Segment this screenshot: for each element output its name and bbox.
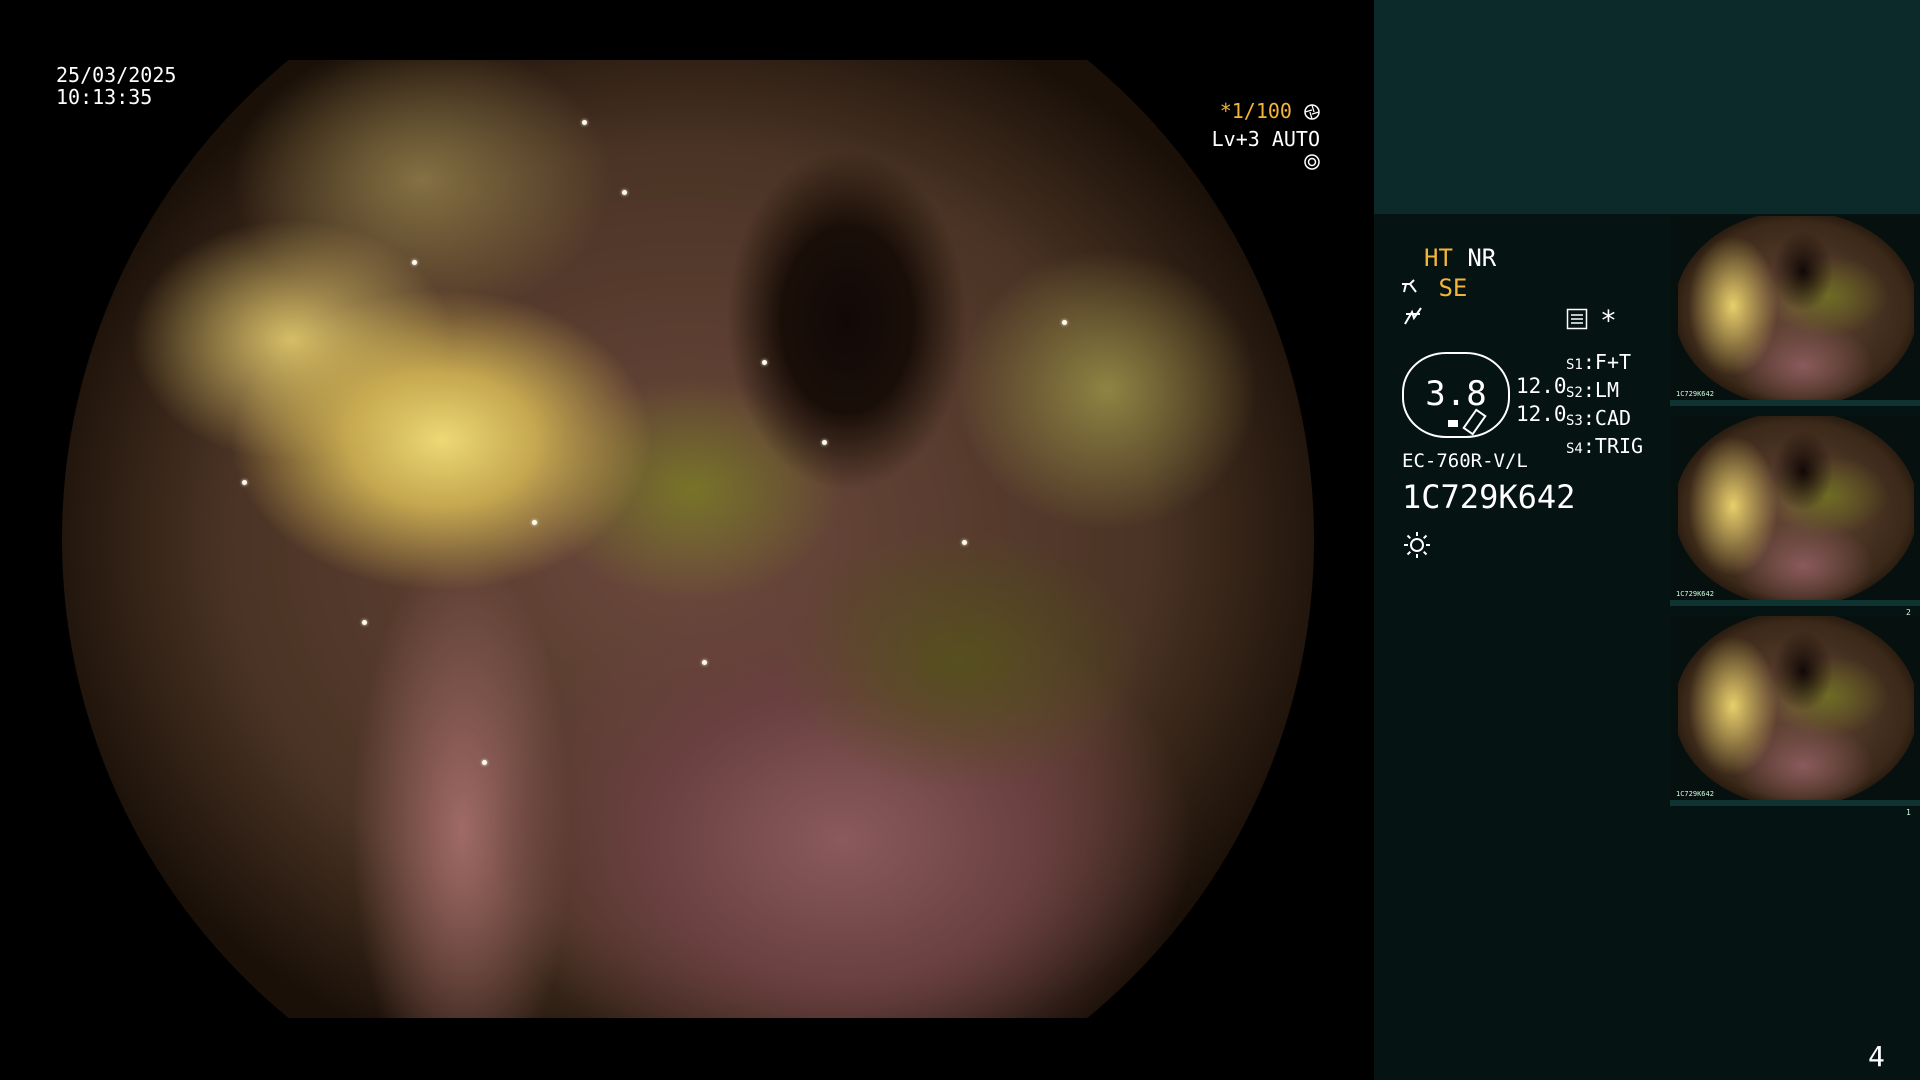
scissor-icon [1402,279,1417,293]
processing-modes: HT NR [1424,244,1496,272]
setting-value-a: 12.0 [1516,374,1567,398]
level-text: Lv+3 AUTO [1211,127,1320,151]
brightness-icon [1402,530,1432,564]
asterisk-mark: * [1600,304,1617,337]
thumbnail-2[interactable]: 1C729K642 [1670,416,1920,606]
ht-label: HT [1424,244,1453,272]
thumbnail-bar [1670,800,1920,806]
date-time: 25/03/2025 10:13:35 [56,64,176,108]
thumbnail-image [1678,416,1914,602]
shutter-text: *1/100 [1219,99,1292,123]
zoom-badge: 3.8 [1402,352,1510,438]
thumbnail-label: 1C729K642 [1676,390,1714,398]
nr-label: NR [1467,244,1497,272]
thumbnail-index-2: 2 [1906,608,1911,617]
setting-value-b: 12.0 [1516,402,1567,426]
thumbnail-bar [1670,400,1920,406]
exposure-info: *1/100 Lv+3 AUTO [1195,100,1320,172]
menu-icon [1566,308,1588,334]
se-row: SE [1400,274,1467,302]
switch-s3: S3:CAD [1566,406,1632,430]
zoom-value: 3.8 [1425,374,1487,414]
scope-serial: 1C729K642 [1402,478,1576,516]
zoom-indicator [1448,420,1458,427]
lightning-icon [1404,307,1422,325]
iris-icon [1304,154,1320,170]
aperture-icon [1304,104,1320,120]
time-text: 10:13:35 [56,85,153,109]
switch-list: S1:F+T S2:LM S3:CAD S4:TRIG [1566,350,1643,462]
page-number: 4 [1868,1040,1885,1073]
se-label: SE [1438,274,1468,302]
switch-s1: S1:F+T [1566,350,1632,374]
thumbnail-1[interactable]: 1C729K642 [1670,616,1920,806]
thumbnail-bar [1670,600,1920,606]
scope-model: EC-760R-V/L [1402,450,1528,472]
thumbnail-label: 1C729K642 [1676,790,1714,798]
switch-s2: S2:LM [1566,378,1619,402]
switch-s4: S4:TRIG [1566,434,1644,458]
thumbnail-image [1678,616,1914,802]
lightning-row [1402,306,1424,332]
endoscope-view [62,60,1314,1018]
panel-header [1374,0,1920,214]
date-text: 25/03/2025 [56,63,177,87]
thumbnail-index-1: 1 [1906,808,1911,817]
setting-values: 12.0 12.0 [1516,372,1567,428]
thumbnail-label: 1C729K642 [1676,590,1714,598]
thumbnail-3[interactable]: 1C729K642 3 [1670,216,1920,406]
thumbnail-image [1678,216,1914,402]
